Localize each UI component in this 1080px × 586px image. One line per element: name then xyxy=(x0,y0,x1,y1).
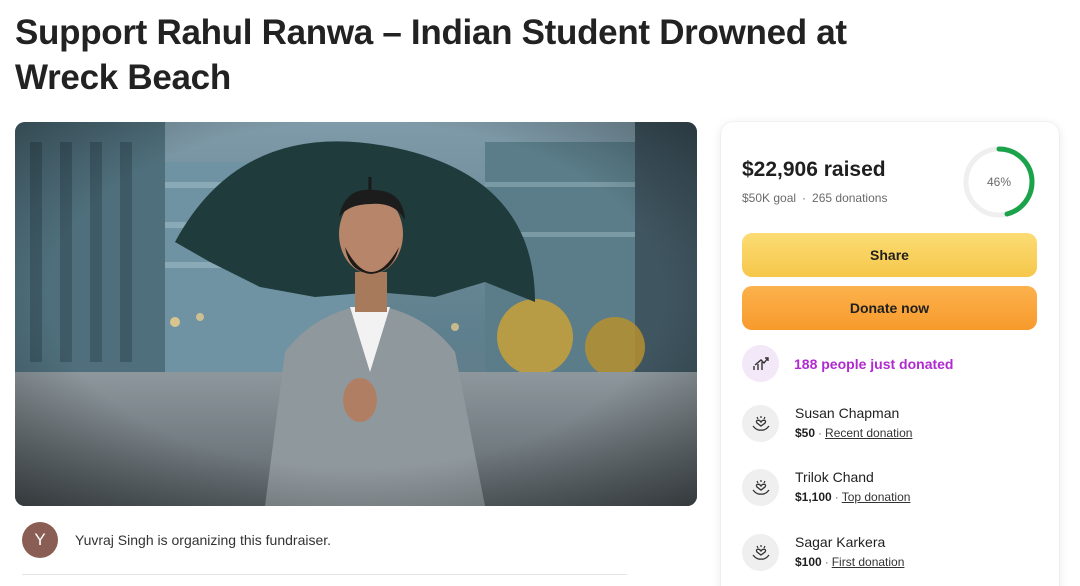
list-item: Trilok Chand $1,100 · Top donation xyxy=(742,468,910,507)
donor-amount: $50 xyxy=(795,426,816,440)
heart-hands-icon xyxy=(742,469,779,506)
donor-amount: $1,100 xyxy=(795,490,832,504)
progress-label: 46% xyxy=(986,175,1012,189)
heart-hands-icon xyxy=(742,405,779,442)
organizer-text: Yuvraj Singh is organizing this fundrais… xyxy=(75,532,332,548)
top-donation-link[interactable]: Top donation xyxy=(842,490,911,504)
heart-hands-icon xyxy=(742,534,779,571)
donate-now-button[interactable]: Donate now xyxy=(742,286,1037,330)
donor-separator: · xyxy=(818,426,823,440)
donor-name: Trilok Chand xyxy=(795,469,874,485)
organizer-row: Y Yuvraj Singh is organizing this fundra… xyxy=(22,522,642,558)
donation-count: 265 donations xyxy=(812,191,888,205)
list-item: Sagar Karkera $100 · First donation xyxy=(742,533,904,572)
goal-meta: $50K goal · 265 donations xyxy=(742,191,887,205)
list-item: Susan Chapman $50 · Recent donation xyxy=(742,404,912,443)
campaign-photo[interactable] xyxy=(15,122,697,506)
donor-separator: · xyxy=(834,490,839,504)
amount-raised: $22,906 raised xyxy=(742,158,886,181)
donor-amount: $100 xyxy=(795,555,822,569)
recent-donations-text: 188 people just donated xyxy=(794,355,954,372)
donor-name: Sagar Karkera xyxy=(795,534,886,550)
recent-donation-link[interactable]: Recent donation xyxy=(825,426,912,440)
goal-amount: $50K goal xyxy=(742,191,797,205)
recent-donations-banner: 188 people just donated xyxy=(742,345,953,382)
avatar[interactable]: Y xyxy=(22,522,58,558)
page-title: Support Rahul Ranwa – Indian Student Dro… xyxy=(15,13,847,97)
donor-name: Susan Chapman xyxy=(795,405,900,421)
divider xyxy=(22,574,627,575)
campaign-photo-image xyxy=(15,122,697,506)
donation-card: $22,906 raised $50K goal · 265 donations 4… xyxy=(721,122,1059,586)
share-button[interactable]: Share xyxy=(742,233,1037,277)
meta-separator: · xyxy=(802,191,807,205)
first-donation-link[interactable]: First donation xyxy=(832,555,905,569)
trending-up-icon xyxy=(742,345,779,382)
donor-separator: · xyxy=(824,555,829,569)
